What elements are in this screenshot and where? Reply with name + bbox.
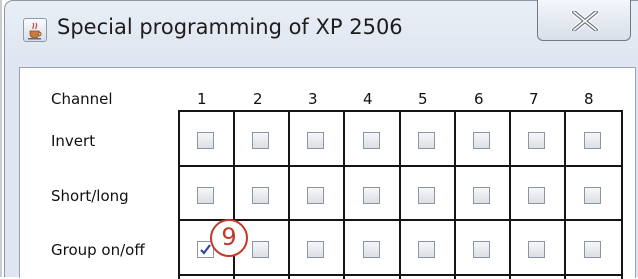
short-long-checkbox-ch4[interactable] — [363, 187, 380, 204]
group-on-off-checkbox-ch4[interactable] — [363, 241, 380, 258]
short-long-checkbox-ch2[interactable] — [252, 187, 269, 204]
channel-number-2: 2 — [253, 90, 263, 108]
invert-checkbox-ch3[interactable] — [307, 132, 324, 149]
window-title: Special programming of XP 2506 — [57, 15, 403, 39]
grid-line — [178, 110, 180, 279]
channel-number-3: 3 — [308, 90, 318, 108]
channel-number-4: 4 — [363, 90, 373, 108]
channel-header-label: Channel — [51, 90, 113, 108]
grid-line — [288, 110, 290, 279]
invert-checkbox-ch1[interactable] — [197, 132, 214, 149]
channel-number-1: 1 — [197, 90, 207, 108]
checkmark-icon — [200, 244, 211, 255]
annotation-callout: 9 — [210, 219, 248, 257]
invert-checkbox-ch6[interactable] — [473, 132, 490, 149]
channel-grid-panel: Channel 1 2 3 4 5 6 7 8 Invert Short/lon… — [19, 67, 636, 279]
title-bar[interactable]: Special programming of XP 2506 — [5, 0, 638, 59]
grid-line — [399, 110, 401, 279]
invert-checkbox-ch5[interactable] — [418, 132, 435, 149]
short-long-checkbox-ch1[interactable] — [197, 187, 214, 204]
short-long-checkbox-ch7[interactable] — [528, 187, 545, 204]
grid-line — [454, 110, 456, 279]
row-label-short-long: Short/long — [51, 187, 129, 205]
grid-line — [621, 110, 623, 279]
row-label-group-on-off: Group on/off — [51, 241, 145, 259]
invert-checkbox-ch8[interactable] — [584, 132, 601, 149]
grid-line — [564, 110, 566, 279]
group-on-off-checkbox-ch7[interactable] — [528, 241, 545, 258]
invert-checkbox-ch2[interactable] — [252, 132, 269, 149]
group-on-off-checkbox-ch5[interactable] — [418, 241, 435, 258]
group-on-off-checkbox-ch3[interactable] — [307, 241, 324, 258]
grid-line — [343, 110, 345, 279]
short-long-checkbox-ch6[interactable] — [473, 187, 490, 204]
group-on-off-checkbox-ch2[interactable] — [252, 241, 269, 258]
invert-checkbox-ch4[interactable] — [363, 132, 380, 149]
channel-number-6: 6 — [474, 90, 484, 108]
short-long-checkbox-ch5[interactable] — [418, 187, 435, 204]
close-button[interactable] — [537, 0, 631, 41]
group-on-off-checkbox-ch6[interactable] — [473, 241, 490, 258]
short-long-checkbox-ch8[interactable] — [584, 187, 601, 204]
invert-checkbox-ch7[interactable] — [528, 132, 545, 149]
java-cup-icon — [23, 18, 47, 42]
grid-line — [509, 110, 511, 279]
group-on-off-checkbox-ch8[interactable] — [584, 241, 601, 258]
channel-number-7: 7 — [529, 90, 539, 108]
dialog-window: Special programming of XP 2506 Channel 1… — [4, 0, 638, 279]
close-x-icon — [571, 11, 599, 31]
channel-number-5: 5 — [418, 90, 428, 108]
background-edge — [0, 0, 2, 277]
row-label-invert: Invert — [51, 132, 96, 150]
channel-number-8: 8 — [584, 90, 594, 108]
short-long-checkbox-ch3[interactable] — [307, 187, 324, 204]
